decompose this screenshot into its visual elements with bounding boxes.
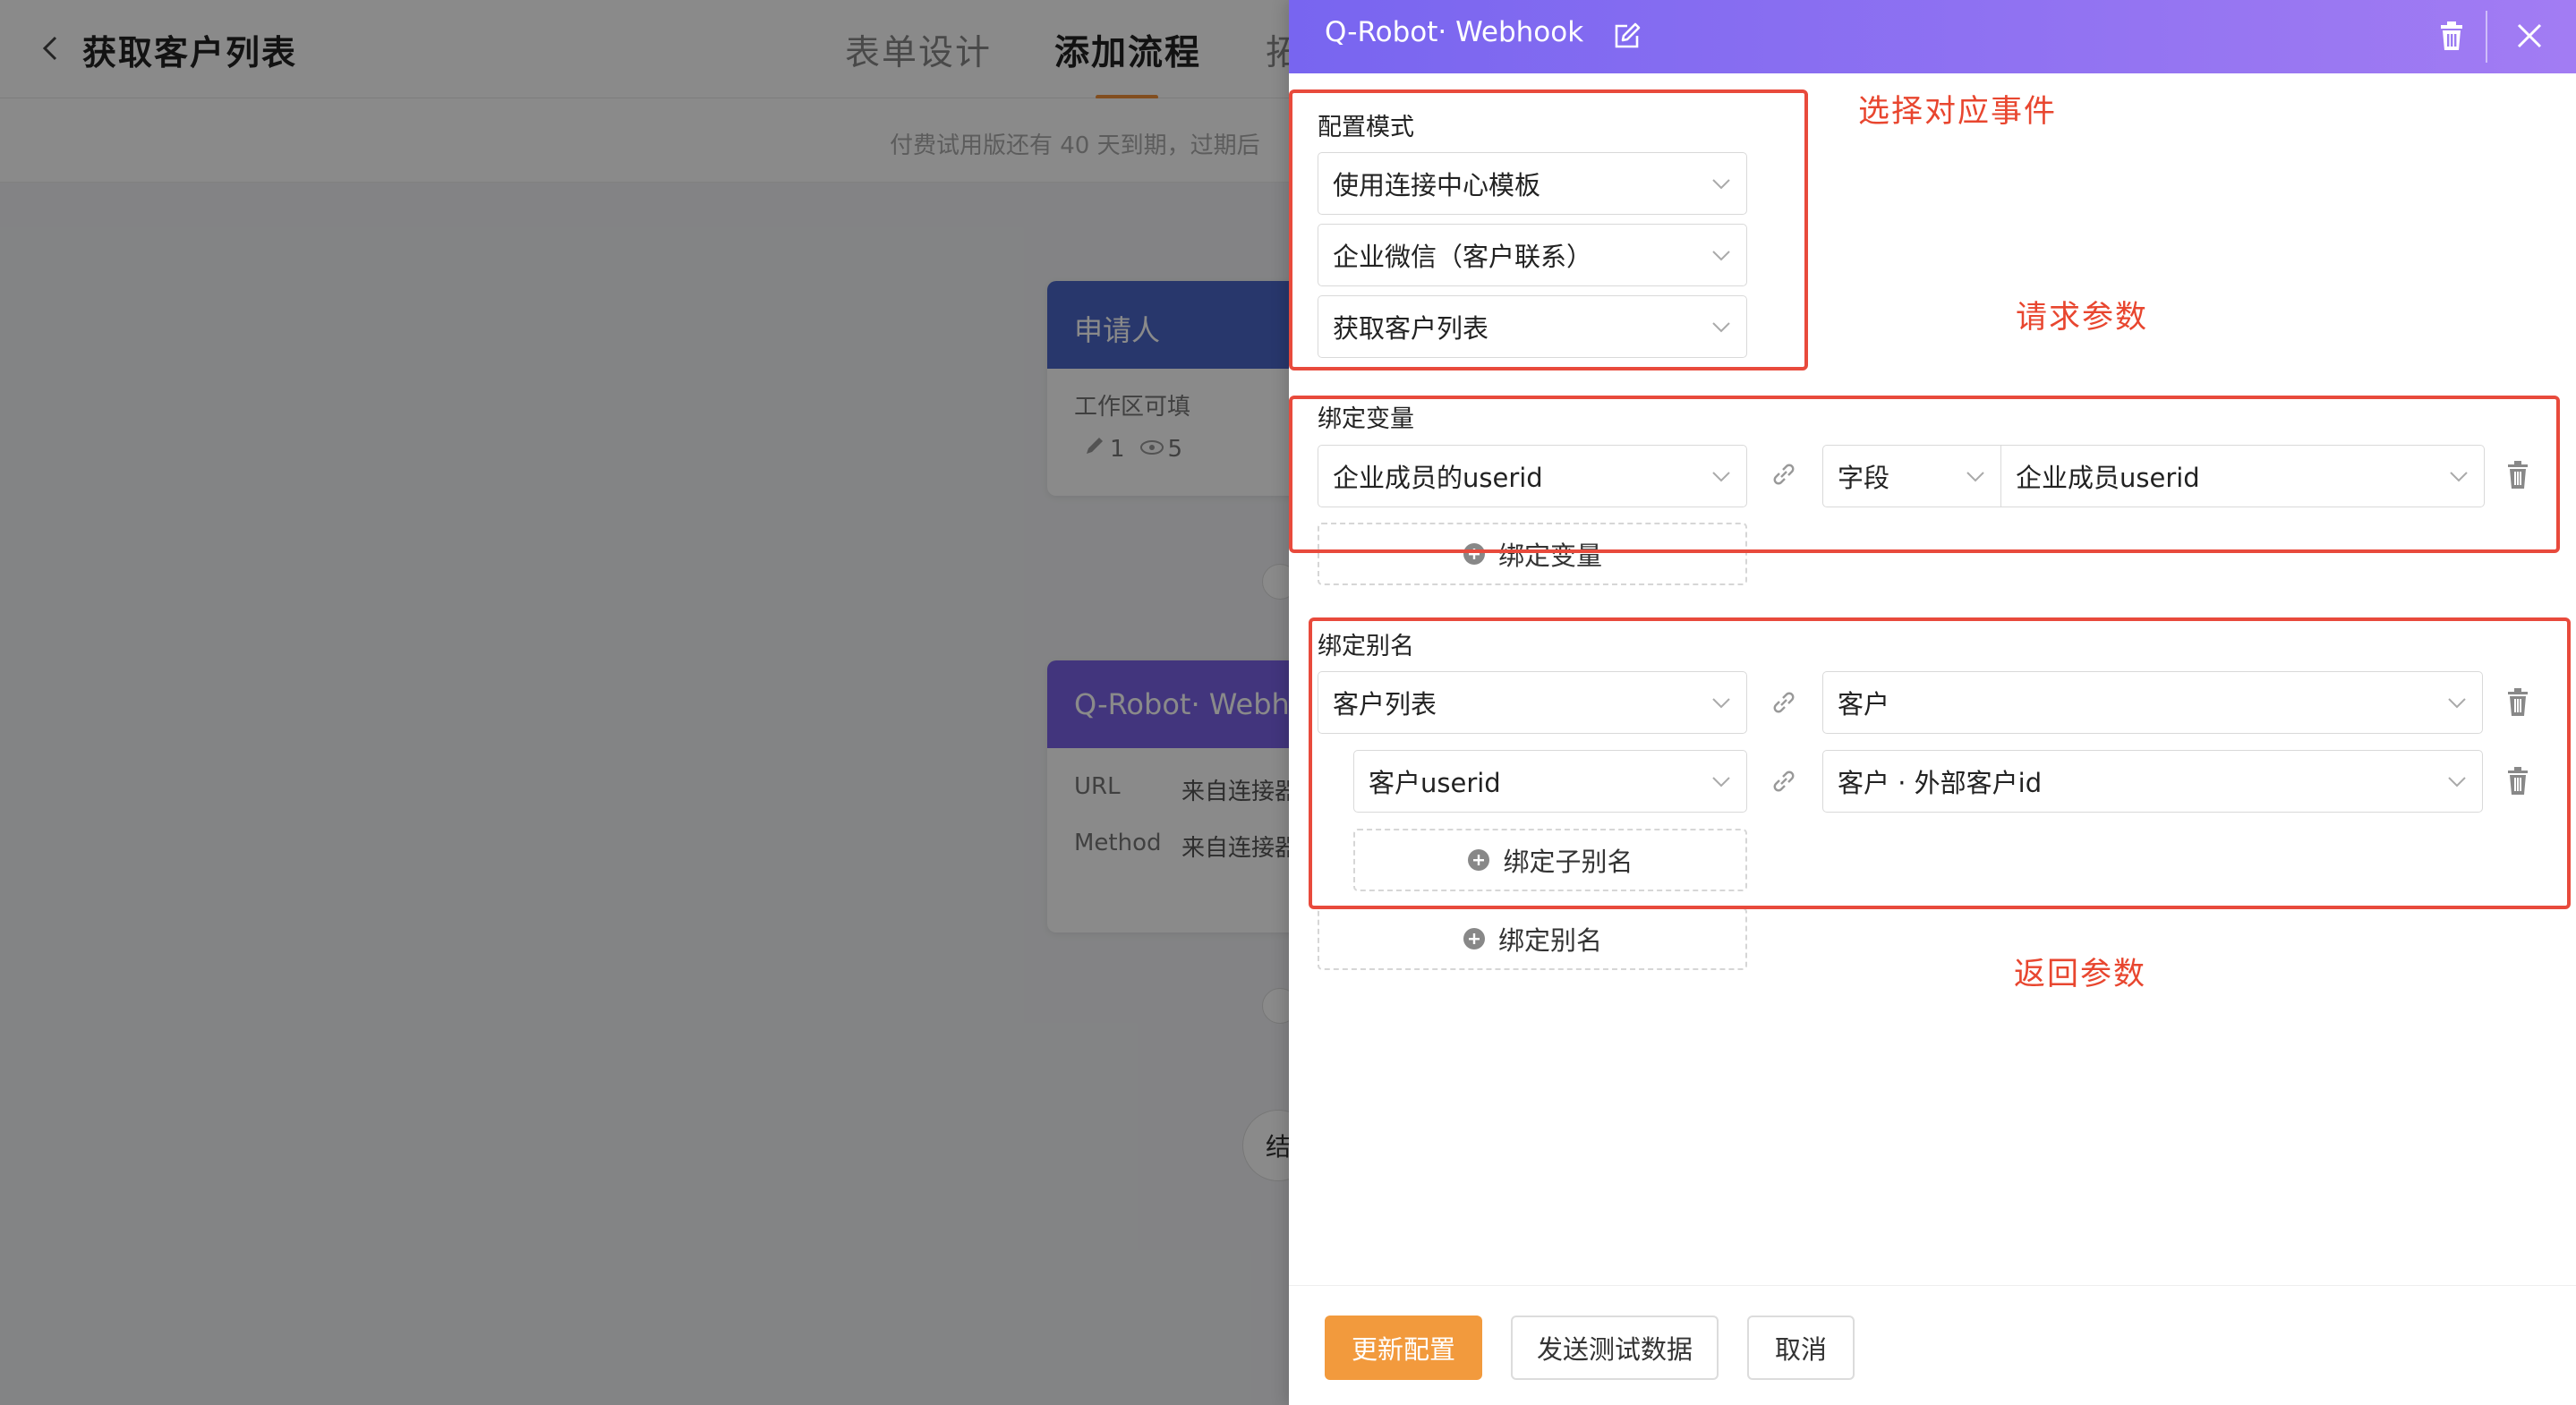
alias-select[interactable]: 客户列表 [1318, 671, 1747, 734]
cancel-button[interactable]: 取消 [1747, 1316, 1855, 1380]
template-source-value: 使用连接中心模板 [1333, 170, 1541, 200]
delete-variable-icon[interactable] [2504, 460, 2531, 490]
edit-title-icon[interactable] [1611, 21, 1642, 52]
link-icon [1773, 771, 1795, 792]
chevron-down-icon [1712, 472, 1730, 482]
sub-alias-target-select[interactable]: 客户 · 外部客户id [1822, 750, 2483, 813]
field-select[interactable]: 企业成员userid [2001, 445, 2485, 507]
event-select[interactable]: 获取客户列表 [1318, 295, 1747, 358]
sub-alias-target-value: 客户 · 外部客户id [1838, 768, 2043, 798]
add-alias-button[interactable]: 绑定别名 [1318, 907, 1747, 970]
delete-alias-icon[interactable] [2504, 687, 2531, 718]
chevron-down-icon [1712, 698, 1730, 709]
annotation-return-params: 返回参数 [2014, 957, 2147, 992]
field-value: 企业成员userid [2016, 463, 2200, 493]
send-test-data-button[interactable]: 发送测试数据 [1511, 1316, 1719, 1380]
chevron-down-icon [1712, 777, 1730, 788]
connector-value: 企业微信（客户联系） [1333, 242, 1593, 272]
variable-name-value: 企业成员的userid [1333, 463, 1543, 493]
bind-variables-label: 绑定变量 [1318, 405, 1414, 433]
webhook-config-drawer: Q-Robot· Webhook 配置模式 使用连接中心模板 企业微信（客户联系… [1289, 0, 2576, 1405]
modal-overlay[interactable] [0, 0, 1289, 1405]
config-mode-label: 配置模式 [1318, 114, 1414, 141]
chevron-down-icon [1712, 322, 1730, 333]
drawer-header: Q-Robot· Webhook [1289, 0, 2576, 73]
chevron-down-icon [2448, 698, 2466, 709]
alias-target-select[interactable]: 客户 [1822, 671, 2483, 734]
chevron-down-icon [2450, 472, 2468, 482]
close-icon[interactable] [2512, 18, 2547, 54]
source-type-select[interactable]: 字段 [1822, 445, 2001, 507]
add-variable-button[interactable]: 绑定变量 [1318, 523, 1747, 585]
alias-target-value: 客户 [1838, 689, 1890, 720]
variable-name-select[interactable]: 企业成员的userid [1318, 445, 1747, 507]
sub-alias-value: 客户userid [1369, 768, 1501, 798]
connector-select[interactable]: 企业微信（客户联系） [1318, 224, 1747, 286]
annotation-select-event: 选择对应事件 [1858, 94, 2058, 130]
plus-circle-icon [1463, 543, 1485, 565]
chevron-down-icon [1712, 179, 1730, 190]
bind-alias-label: 绑定别名 [1318, 633, 1414, 660]
chevron-down-icon [2448, 777, 2466, 788]
annotation-request-params: 请求参数 [2016, 300, 2149, 336]
header-divider [2486, 11, 2487, 63]
update-config-button[interactable]: 更新配置 [1325, 1316, 1482, 1380]
add-alias-label: 绑定别名 [1497, 925, 1602, 956]
add-variable-label: 绑定变量 [1497, 541, 1602, 571]
link-icon [1773, 692, 1795, 713]
delete-node-icon[interactable] [2435, 20, 2468, 54]
template-source-select[interactable]: 使用连接中心模板 [1318, 152, 1747, 215]
link-icon [1773, 464, 1795, 485]
plus-circle-icon [1468, 849, 1490, 871]
add-sub-alias-label: 绑定子别名 [1503, 847, 1633, 877]
footer-divider [1289, 1285, 2576, 1286]
alias-value: 客户列表 [1333, 689, 1437, 720]
event-value: 获取客户列表 [1333, 313, 1489, 344]
chevron-down-icon [1712, 251, 1730, 261]
sub-alias-select[interactable]: 客户userid [1353, 750, 1747, 813]
drawer-title: Q-Robot· Webhook [1325, 16, 1584, 48]
add-sub-alias-button[interactable]: 绑定子别名 [1353, 829, 1747, 891]
chevron-down-icon [1966, 472, 1984, 482]
plus-circle-icon [1463, 928, 1485, 949]
delete-sub-alias-icon[interactable] [2504, 766, 2531, 796]
